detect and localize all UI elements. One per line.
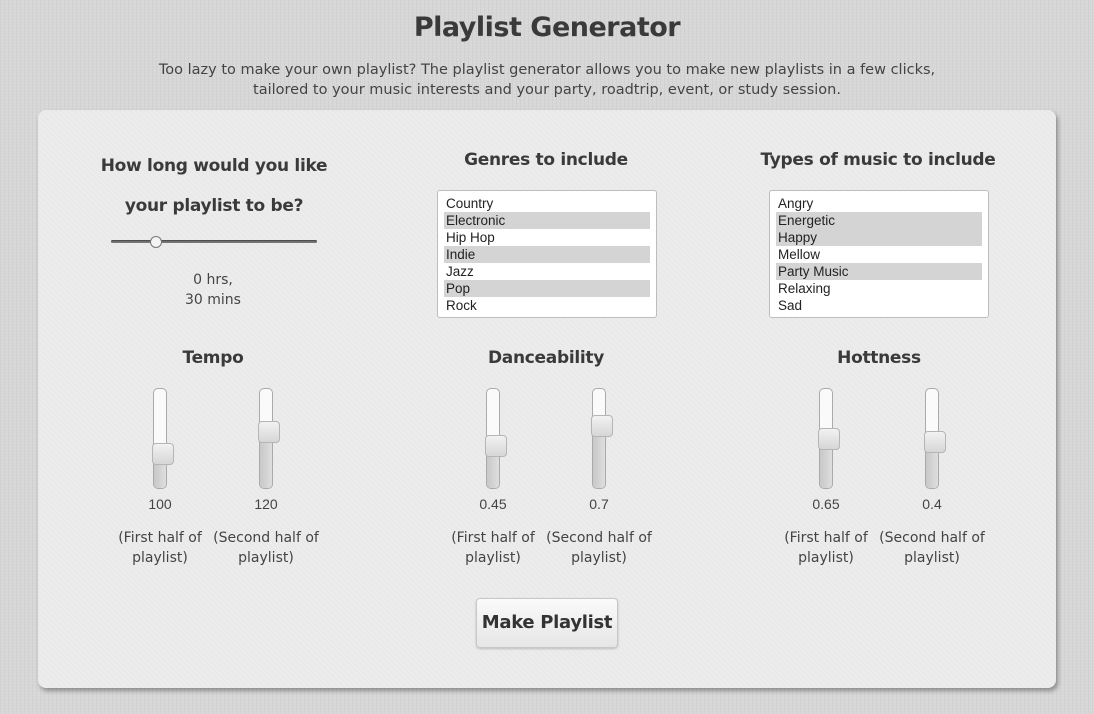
types-option[interactable]: Mellow <box>776 246 982 263</box>
page-subtitle: Too lazy to make your own playlist? The … <box>158 62 936 98</box>
slider-thumb[interactable] <box>924 431 946 454</box>
genres-option[interactable]: Electronic <box>444 212 650 229</box>
hottness-second-slider[interactable] <box>924 388 946 489</box>
types-listbox[interactable]: Angry Energetic Happy Mellow Party Music Rela… <box>769 190 989 318</box>
page-title: Playlist Generator <box>413 12 681 43</box>
length-heading: How long would you like your playlist to… <box>100 156 328 216</box>
length-hours: 0 hrs, <box>193 272 233 288</box>
slider-thumb[interactable] <box>258 421 280 444</box>
tempo-second-value: 120 <box>254 496 278 512</box>
hottness-second-value: 0.4 <box>922 496 942 512</box>
types-option[interactable]: Party Music <box>776 263 982 280</box>
types-option[interactable]: Angry <box>776 195 982 212</box>
length-mins: 30 mins <box>185 292 241 308</box>
slider-thumb[interactable] <box>485 435 507 458</box>
tempo-second-slider[interactable] <box>258 388 280 489</box>
danceability-second-slider[interactable] <box>591 388 613 489</box>
make-playlist-button[interactable]: Make Playlist <box>476 598 618 648</box>
slider-thumb[interactable] <box>818 427 840 450</box>
tempo-second-note: (Second half of playlist) <box>213 530 319 566</box>
genres-option[interactable]: Jazz <box>444 263 650 280</box>
types-option[interactable]: Sad <box>776 297 982 314</box>
tempo-first-slider[interactable] <box>152 388 174 489</box>
genres-listbox[interactable]: Country Electronic Hip Hop Indie Jazz Pop Rock <box>437 190 657 318</box>
hottness-first-note: (First half of playlist) <box>784 530 868 566</box>
genres-option[interactable]: Pop <box>444 280 650 297</box>
types-option[interactable]: Relaxing <box>776 280 982 297</box>
danceability-second-note: (Second half of playlist) <box>546 530 652 566</box>
danceability-heading: Danceability <box>487 348 605 368</box>
hottness-heading: Hottness <box>837 348 921 368</box>
tempo-first-value: 100 <box>148 496 172 512</box>
hottness-second-note: (Second half of playlist) <box>879 530 985 566</box>
tempo-first-note: (First half of playlist) <box>118 530 202 566</box>
danceability-first-slider[interactable] <box>485 388 507 489</box>
length-duration: 0 hrs, 30 mins <box>153 270 273 310</box>
danceability-first-value: 0.45 <box>479 496 507 512</box>
genres-option[interactable]: Hip Hop <box>444 229 650 246</box>
slider-thumb[interactable] <box>152 443 174 466</box>
genres-heading: Genres to include <box>464 150 628 170</box>
danceability-first-note: (First half of playlist) <box>451 530 535 566</box>
types-option[interactable]: Energetic <box>776 212 982 229</box>
types-option[interactable]: Happy <box>776 229 982 246</box>
types-heading: Types of music to include <box>760 150 996 170</box>
genres-option[interactable]: Country <box>444 195 650 212</box>
genres-option[interactable]: Rock <box>444 297 650 314</box>
slider-thumb[interactable] <box>591 414 613 437</box>
hottness-first-slider[interactable] <box>818 388 840 489</box>
tempo-heading: Tempo <box>182 348 244 368</box>
length-slider[interactable] <box>111 240 317 243</box>
danceability-second-value: 0.7 <box>589 496 609 512</box>
genres-option[interactable]: Indie <box>444 246 650 263</box>
hottness-first-value: 0.65 <box>812 496 840 512</box>
